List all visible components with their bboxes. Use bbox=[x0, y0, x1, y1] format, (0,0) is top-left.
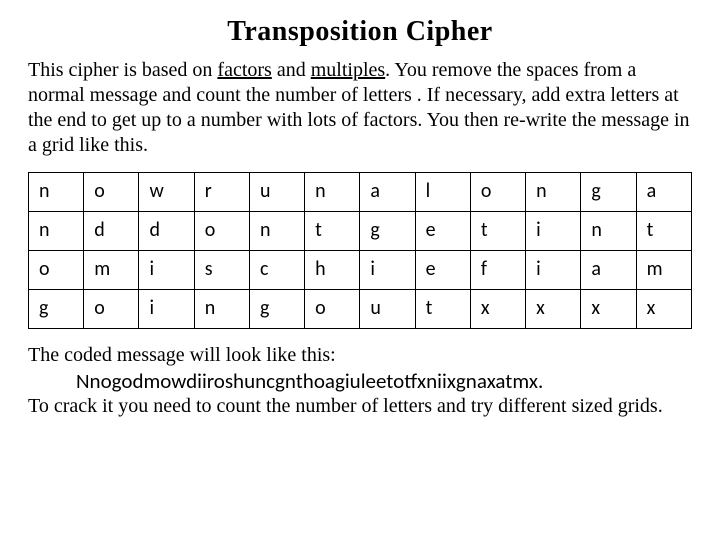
grid-cell: g bbox=[29, 290, 84, 329]
grid-cell: o bbox=[29, 251, 84, 290]
grid-cell: g bbox=[249, 290, 304, 329]
grid-cell: d bbox=[139, 212, 194, 251]
grid-cell: i bbox=[360, 251, 415, 290]
grid-cell: x bbox=[581, 290, 636, 329]
grid-cell: x bbox=[470, 290, 525, 329]
intro-paragraph: This cipher is based on factors and mult… bbox=[28, 58, 692, 158]
table-row: g o i n g o u t x x x x bbox=[29, 290, 692, 329]
intro-factors: factors bbox=[217, 59, 271, 81]
page: Transposition Cipher This cipher is base… bbox=[0, 0, 720, 419]
grid-cell: g bbox=[581, 173, 636, 212]
grid-cell: r bbox=[194, 173, 249, 212]
page-title: Transposition Cipher bbox=[28, 16, 692, 48]
grid-cell: m bbox=[84, 251, 139, 290]
grid-cell: o bbox=[305, 290, 360, 329]
grid-cell: w bbox=[139, 173, 194, 212]
grid-cell: x bbox=[526, 290, 581, 329]
intro-pre: This cipher is based on bbox=[28, 59, 217, 81]
grid-cell: n bbox=[249, 212, 304, 251]
grid-cell: t bbox=[415, 290, 470, 329]
footer-line2: To crack it you need to count the number… bbox=[28, 395, 663, 417]
intro-and: and bbox=[272, 59, 311, 81]
grid-cell: o bbox=[84, 290, 139, 329]
grid-cell: a bbox=[360, 173, 415, 212]
grid-cell: c bbox=[249, 251, 304, 290]
table-row: o m i s c h i e f i a m bbox=[29, 251, 692, 290]
grid-cell: t bbox=[305, 212, 360, 251]
grid-cell: n bbox=[526, 173, 581, 212]
grid-cell: l bbox=[415, 173, 470, 212]
table-row: n d d o n t g e t i n t bbox=[29, 212, 692, 251]
grid-cell: x bbox=[636, 290, 691, 329]
grid-cell: n bbox=[581, 212, 636, 251]
grid-cell: a bbox=[581, 251, 636, 290]
grid-cell: t bbox=[470, 212, 525, 251]
grid-cell: o bbox=[194, 212, 249, 251]
grid-cell: n bbox=[29, 212, 84, 251]
grid-cell: e bbox=[415, 251, 470, 290]
grid-cell: i bbox=[139, 290, 194, 329]
intro-multiples: multiples bbox=[311, 59, 385, 81]
grid-cell: f bbox=[470, 251, 525, 290]
grid-cell: o bbox=[84, 173, 139, 212]
grid-cell: n bbox=[305, 173, 360, 212]
cipher-grid: n o w r u n a l o n g a n d d o n t g e … bbox=[28, 172, 692, 329]
grid-cell: h bbox=[305, 251, 360, 290]
grid-cell: t bbox=[636, 212, 691, 251]
grid-cell: d bbox=[84, 212, 139, 251]
grid-cell: n bbox=[194, 290, 249, 329]
grid-cell: g bbox=[360, 212, 415, 251]
footer-line1: The coded message will look like this: bbox=[28, 344, 336, 366]
grid-cell: e bbox=[415, 212, 470, 251]
grid-cell: i bbox=[526, 251, 581, 290]
coded-message: Nnogodmowdiiroshuncgnthoagiuleetotfxniix… bbox=[28, 368, 692, 394]
grid-cell: u bbox=[249, 173, 304, 212]
table-row: n o w r u n a l o n g a bbox=[29, 173, 692, 212]
grid-cell: i bbox=[139, 251, 194, 290]
grid-cell: n bbox=[29, 173, 84, 212]
grid-cell: o bbox=[470, 173, 525, 212]
grid-cell: m bbox=[636, 251, 691, 290]
grid-cell: i bbox=[526, 212, 581, 251]
grid-cell: u bbox=[360, 290, 415, 329]
grid-cell: s bbox=[194, 251, 249, 290]
grid-cell: a bbox=[636, 173, 691, 212]
footer-paragraph: The coded message will look like this: N… bbox=[28, 343, 692, 419]
